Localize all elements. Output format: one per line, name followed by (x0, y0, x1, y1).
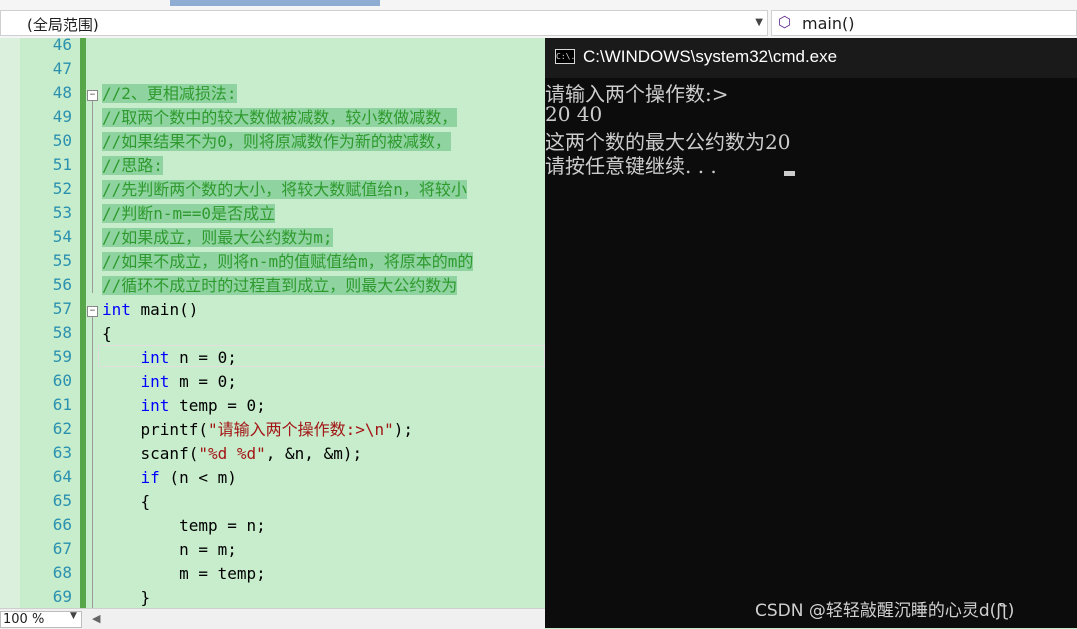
line-number: 66 (52, 515, 72, 534)
line-number: 53 (52, 203, 72, 222)
line-number: 51 (52, 155, 72, 174)
collapse-icon[interactable]: − (87, 306, 98, 317)
code-line[interactable]: //先判断两个数的大小，将较大数赋值给n，将较小 (102, 179, 467, 201)
code-line[interactable]: int main() (102, 299, 198, 321)
line-number: 61 (52, 395, 72, 414)
tab-strip-fragment (170, 0, 380, 6)
line-number: 54 (52, 227, 72, 246)
code-editor[interactable]: 46 47 48 49 50 51 52 53 54 55 56 57 58 59 60 61 62 63 64 65… (0, 35, 545, 629)
line-number: 57 (52, 299, 72, 318)
code-line[interactable]: { (102, 491, 151, 513)
line-number: 62 (52, 419, 72, 438)
code-line[interactable]: scanf("%d %d", &n, &m); (102, 443, 363, 465)
scope-label: (全局范围) (27, 16, 99, 34)
editor-statusbar: 100 % ▼ ◀ (0, 608, 545, 629)
code-line[interactable]: n = m; (102, 539, 237, 561)
code-line[interactable]: //如果不成立，则将n-m的值赋值给m，将原本的m的 (102, 251, 474, 273)
fold-guide (92, 101, 93, 293)
code-line[interactable]: { (102, 323, 112, 345)
function-label: main() (802, 14, 855, 33)
code-line[interactable]: int n = 0; (102, 347, 237, 369)
line-number-gutter: 46 47 48 49 50 51 52 53 54 55 56 57 58 59 60 61 62 63 64 65… (20, 35, 72, 608)
line-number: 60 (52, 371, 72, 390)
line-number: 56 (52, 275, 72, 294)
code-line[interactable]: printf("请输入两个操作数:>\n"); (102, 419, 414, 441)
code-line[interactable]: //思路: (102, 155, 163, 177)
line-number: 50 (52, 131, 72, 150)
console-window[interactable]: C:\. C:\WINDOWS\system32\cmd.exe 请输入两个操作… (545, 38, 1077, 628)
line-number: 59 (52, 347, 72, 366)
code-line[interactable]: //取两个数中的较大数做被减数，较小数做减数， (102, 107, 458, 129)
collapse-icon[interactable]: − (87, 90, 98, 101)
watermark: CSDN @轻轻敲醒沉睡的心灵d(ʃƪ) (755, 601, 1015, 621)
change-tracking-bar (80, 38, 86, 608)
line-number: 68 (52, 563, 72, 582)
code-line[interactable]: //2、更相减损法: (102, 83, 237, 105)
scroll-left-icon[interactable]: ◀ (92, 612, 100, 625)
chevron-down-icon[interactable]: ▼ (70, 611, 77, 621)
scope-dropdown[interactable]: (全局范围) ▼ (0, 10, 768, 36)
line-number: 49 (52, 107, 72, 126)
console-title: C:\WINDOWS\system32\cmd.exe (583, 47, 838, 66)
line-number: 63 (52, 443, 72, 462)
code-line[interactable]: if (n < m) (102, 467, 237, 489)
console-titlebar[interactable]: C:\. C:\WINDOWS\system32\cmd.exe (545, 38, 1077, 78)
zoom-value: 100 % (3, 612, 45, 627)
function-dropdown[interactable]: ⬡ main() (771, 10, 1077, 36)
code-line[interactable]: } (102, 587, 151, 609)
console-line: 20 40 (545, 102, 603, 126)
line-number: 58 (52, 323, 72, 342)
line-number: 47 (52, 59, 72, 78)
code-line[interactable]: //如果结果不为0，则将原减数作为新的被减数， (102, 131, 451, 153)
cmd-icon: C:\. (555, 49, 575, 64)
code-line[interactable]: int m = 0; (102, 371, 237, 393)
line-number: 46 (52, 35, 72, 54)
line-number: 64 (52, 467, 72, 486)
editor-toolbar: (全局范围) ▼ ⬡ main() (0, 0, 1077, 39)
line-number: 67 (52, 539, 72, 558)
code-line[interactable]: m = temp; (102, 563, 266, 585)
console-line: 请按任意键继续. . . (545, 154, 717, 178)
line-number: 65 (52, 491, 72, 510)
console-cursor (784, 171, 795, 176)
code-line[interactable]: int temp = 0; (102, 395, 266, 417)
glyph-margin[interactable] (0, 38, 20, 608)
code-line[interactable]: temp = n; (102, 515, 266, 537)
line-number: 48 (52, 83, 72, 102)
line-number: 69 (52, 587, 72, 606)
code-line[interactable]: //如果成立，则最大公约数为m; (102, 227, 333, 249)
line-number: 52 (52, 179, 72, 198)
code-line[interactable]: //判断n-m==0是否成立 (102, 203, 276, 225)
line-number: 55 (52, 251, 72, 270)
fold-guide (92, 317, 93, 629)
cube-icon: ⬡ (778, 13, 792, 31)
chevron-down-icon[interactable]: ▼ (755, 17, 763, 28)
code-line[interactable]: //循环不成立时的过程直到成立，则最大公约数为 (102, 275, 458, 297)
